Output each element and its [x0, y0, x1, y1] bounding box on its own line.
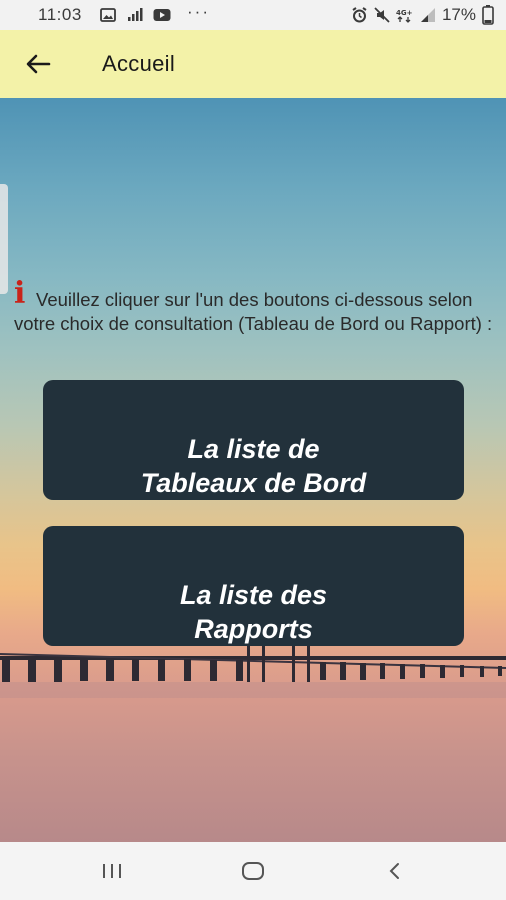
info-text: Veuillez cliquer sur l'un des boutons ci… [14, 289, 493, 334]
page-title: Accueil [102, 51, 176, 76]
button-line-1: La liste des [179, 580, 328, 610]
status-bar: 11:03 ··· 4G+ 17% [0, 0, 506, 30]
main-content: i Veuillez cliquer sur l'un des boutons … [0, 98, 506, 842]
edge-panel-handle[interactable] [0, 184, 8, 294]
signal-bars-icon [128, 8, 143, 21]
svg-text:4G+: 4G+ [396, 9, 413, 17]
app-bar: Accueil [0, 30, 506, 98]
image-icon [100, 8, 116, 22]
bridge-background-image [0, 638, 506, 698]
arrow-left-icon [26, 54, 51, 74]
back-icon [389, 863, 399, 879]
info-message: i Veuillez cliquer sur l'un des boutons … [14, 279, 494, 336]
nav-back-button[interactable] [375, 856, 415, 886]
button-line-1: La liste de [187, 434, 320, 464]
alarm-icon [352, 7, 367, 23]
signal-icon [420, 8, 435, 22]
tableaux-de-bord-button[interactable]: La liste de Tableaux de Bord [43, 380, 464, 500]
battery-icon [482, 5, 494, 25]
info-icon: i [14, 276, 26, 311]
recent-apps-button[interactable] [92, 856, 132, 886]
status-time: 11:03 [38, 5, 82, 24]
4g-icon: 4G+ [396, 9, 413, 23]
rapports-button[interactable]: La liste des Rapports [43, 526, 464, 646]
battery-percent: 17% [441, 5, 476, 24]
recent-apps-icon [103, 864, 121, 878]
more-dots-icon: ··· [187, 2, 210, 21]
button-line-2: Tableaux de Bord [140, 468, 367, 498]
system-nav-bar [0, 842, 506, 900]
youtube-icon [153, 9, 171, 21]
back-button[interactable] [8, 34, 68, 94]
home-icon [242, 862, 264, 880]
home-button[interactable] [233, 856, 273, 886]
button-line-2: Rapports [194, 614, 313, 644]
mute-icon [374, 7, 390, 23]
